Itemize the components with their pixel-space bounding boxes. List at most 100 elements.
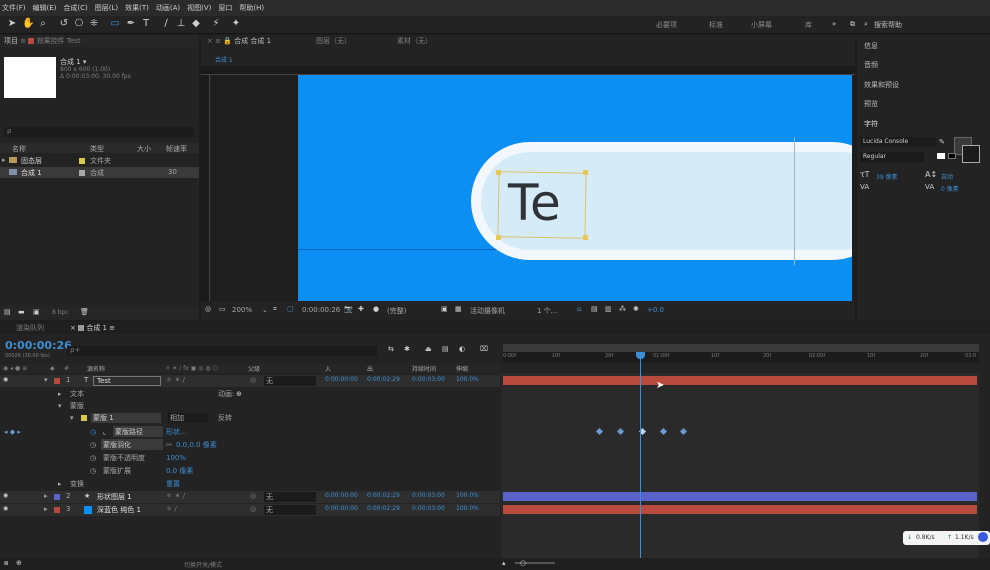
animate-add-icon[interactable]: ⊕: [236, 388, 242, 400]
layer-duration[interactable]: 0:00:03:00: [412, 505, 445, 512]
layer-stretch[interactable]: 100.0%: [456, 492, 479, 499]
layer-label-color[interactable]: [54, 494, 60, 500]
transparency-grid-icon[interactable]: ▦: [455, 305, 462, 313]
delete-icon[interactable]: 🗑: [80, 308, 89, 316]
menu-edit[interactable]: 编辑(E): [33, 3, 57, 13]
layer-name[interactable]: 形状图层 1: [97, 492, 132, 502]
animate-button[interactable]: 动画:: [218, 388, 234, 400]
layer-in[interactable]: 0:00:00:00: [325, 505, 358, 512]
menu-layer[interactable]: 图层(L): [95, 3, 118, 13]
mask-path-value[interactable]: 形状...: [166, 426, 187, 438]
panel-effects-presets[interactable]: 效果和预设: [864, 80, 899, 90]
menu-file[interactable]: 文件(F): [2, 3, 26, 13]
search-help-input[interactable]: 搜索帮助: [874, 20, 902, 30]
toggle-switches-modes[interactable]: 切换开关/模式: [184, 560, 222, 569]
layer-duration[interactable]: 0:00:03:00: [412, 492, 445, 499]
rectangle-tool-icon[interactable]: ▭: [109, 18, 121, 30]
flowchart-icon[interactable]: ⁂: [619, 305, 626, 313]
time-ruler[interactable]: 0:00f 10f 20f 01:00f 10f 20f 02:00f 10f …: [503, 352, 979, 363]
stopwatch-icon[interactable]: ◷: [90, 439, 96, 451]
work-area-bar[interactable]: [503, 344, 979, 352]
show-channel-icon[interactable]: ✚: [358, 305, 364, 313]
camera-tool-icon[interactable]: ⎔: [73, 18, 85, 30]
expand-arrow-icon[interactable]: ▸: [58, 478, 62, 490]
playhead-line[interactable]: [640, 353, 641, 562]
selection-tool-icon[interactable]: ➤: [6, 18, 18, 30]
exposure-value[interactable]: +0.0: [647, 306, 664, 314]
always-preview-icon[interactable]: ◎: [205, 305, 211, 313]
font-style-dropdown[interactable]: Regular: [860, 152, 924, 162]
link-icon[interactable]: ⚯: [166, 439, 172, 451]
menu-animation[interactable]: 动画(A): [156, 3, 180, 13]
pan-behind-tool-icon[interactable]: ⁜: [88, 18, 100, 30]
workspace-small-screen[interactable]: 小屏幕: [751, 20, 772, 30]
layer-in[interactable]: 0:00:00:00: [325, 376, 358, 383]
comp-canvas[interactable]: Te: [298, 75, 852, 301]
mask-vertex[interactable]: [583, 170, 588, 175]
expand-arrow-icon[interactable]: ▾: [58, 400, 62, 412]
mask-mode-dropdown[interactable]: 相加: [168, 413, 208, 423]
visibility-eye-icon[interactable]: ◉: [3, 492, 8, 499]
mask-visibility-icon[interactable]: ▢: [287, 305, 294, 313]
pickwhip-icon[interactable]: ◎: [250, 492, 256, 500]
mask-path-row[interactable]: ◂ ◆ ▸ ◷ ⌞ 蒙版路径 形状...: [0, 426, 500, 438]
keyframe-navigator[interactable]: ◂ ◆ ▸: [4, 426, 21, 438]
layer-row-1[interactable]: ◉ ▾ 1 T Test ⚛ ✶ ∕ ◎ 无 0:00:00:00 0:00:0…: [0, 375, 500, 387]
clone-stamp-tool-icon[interactable]: ⊥: [175, 18, 187, 30]
puppet-tool-icon[interactable]: ✦: [230, 18, 242, 30]
eraser-tool-icon[interactable]: ◆: [190, 18, 202, 30]
menu-window[interactable]: 窗口: [218, 3, 232, 13]
mask-invert-checkbox[interactable]: 反转: [218, 412, 232, 424]
region-of-interest-icon[interactable]: ▣: [441, 305, 448, 313]
layer-switches[interactable]: ⚛ ∕: [166, 505, 177, 513]
hand-tool-icon[interactable]: ✋: [22, 18, 34, 30]
font-size-value[interactable]: 39 像素: [876, 172, 898, 181]
project-item-comp[interactable]: 合成 1 合成 30: [0, 167, 199, 178]
visibility-eye-icon[interactable]: ◉: [3, 505, 8, 512]
roto-brush-tool-icon[interactable]: ⚡: [210, 18, 222, 30]
layer-bar-3[interactable]: [503, 505, 977, 514]
col-type[interactable]: 类型: [90, 144, 104, 154]
col-stretch[interactable]: 伸缩: [456, 364, 468, 373]
stopwatch-icon[interactable]: ◷: [90, 452, 96, 464]
layer-row-2[interactable]: ◉ ▸ 2 ★ 形状图层 1 ⚛ ✶ ∕ ◎ 无 0:00:00:00 0:00…: [0, 491, 500, 503]
mask-name[interactable]: 蒙版 1: [91, 413, 161, 423]
mask-expansion-value[interactable]: 0.0 像素: [166, 465, 193, 477]
stroke-color-swatch[interactable]: [962, 145, 980, 163]
property-group-masks[interactable]: ▾ 蒙版: [0, 400, 500, 412]
property-group-text[interactable]: ▸ 文本 动画: ⊕: [0, 388, 500, 400]
layer-name-field[interactable]: Test: [93, 376, 161, 386]
reset-exposure-icon[interactable]: ✺: [633, 305, 639, 313]
tab-effect-controls[interactable]: 效果控件 Test: [37, 37, 81, 45]
toggle-pixel-aspect-icon[interactable]: ⌂: [577, 305, 581, 313]
tab-layer[interactable]: 图层（无）: [316, 35, 351, 47]
layer-row-3[interactable]: ◉ ▸ 3 深蓝色 纯色 1 ⚛ ∕ ◎ 无 0:00:00:00 0:00:0…: [0, 504, 500, 516]
black-swatch[interactable]: [948, 153, 956, 159]
layer-switches[interactable]: ⚛ ✶ ∕: [166, 492, 185, 500]
layer-bar-2[interactable]: [503, 492, 977, 501]
layer-duration[interactable]: 0:00:03:00: [412, 376, 445, 383]
col-fps[interactable]: 帧速率: [166, 144, 187, 154]
zoom-dropdown[interactable]: 200%: [232, 306, 252, 314]
stopwatch-icon[interactable]: ◷: [90, 426, 96, 438]
col-name[interactable]: 名称: [12, 144, 26, 154]
col-parent[interactable]: 父级: [248, 364, 260, 373]
modes-toggle-icon[interactable]: ⊕: [16, 559, 22, 567]
expand-arrow-icon[interactable]: ▸: [2, 156, 6, 164]
transform-reset-link[interactable]: 重置: [166, 478, 180, 490]
new-folder-icon[interactable]: ▬: [18, 308, 25, 316]
col-out[interactable]: 出: [367, 364, 373, 373]
zoom-slider-thumb[interactable]: ○: [520, 559, 526, 567]
new-comp-icon[interactable]: ▣: [33, 308, 40, 316]
fast-preview-icon[interactable]: ▤: [591, 305, 598, 313]
mask-expansion-row[interactable]: ◷ 蒙版扩展 0.0 像素: [0, 465, 500, 477]
workspace-standard[interactable]: 标准: [709, 20, 723, 30]
layer-in[interactable]: 0:00:00:00: [325, 492, 358, 499]
parent-dropdown[interactable]: 无: [264, 492, 316, 502]
workspace-menu-icon[interactable]: »: [832, 20, 836, 28]
motion-blur-icon[interactable]: ◐: [459, 345, 465, 353]
resolution-dropdown[interactable]: (完整): [387, 306, 406, 316]
eyedropper-icon[interactable]: ✎: [939, 138, 945, 146]
layer-label-color[interactable]: [54, 378, 60, 384]
color-channel-icon[interactable]: ●: [373, 305, 379, 313]
